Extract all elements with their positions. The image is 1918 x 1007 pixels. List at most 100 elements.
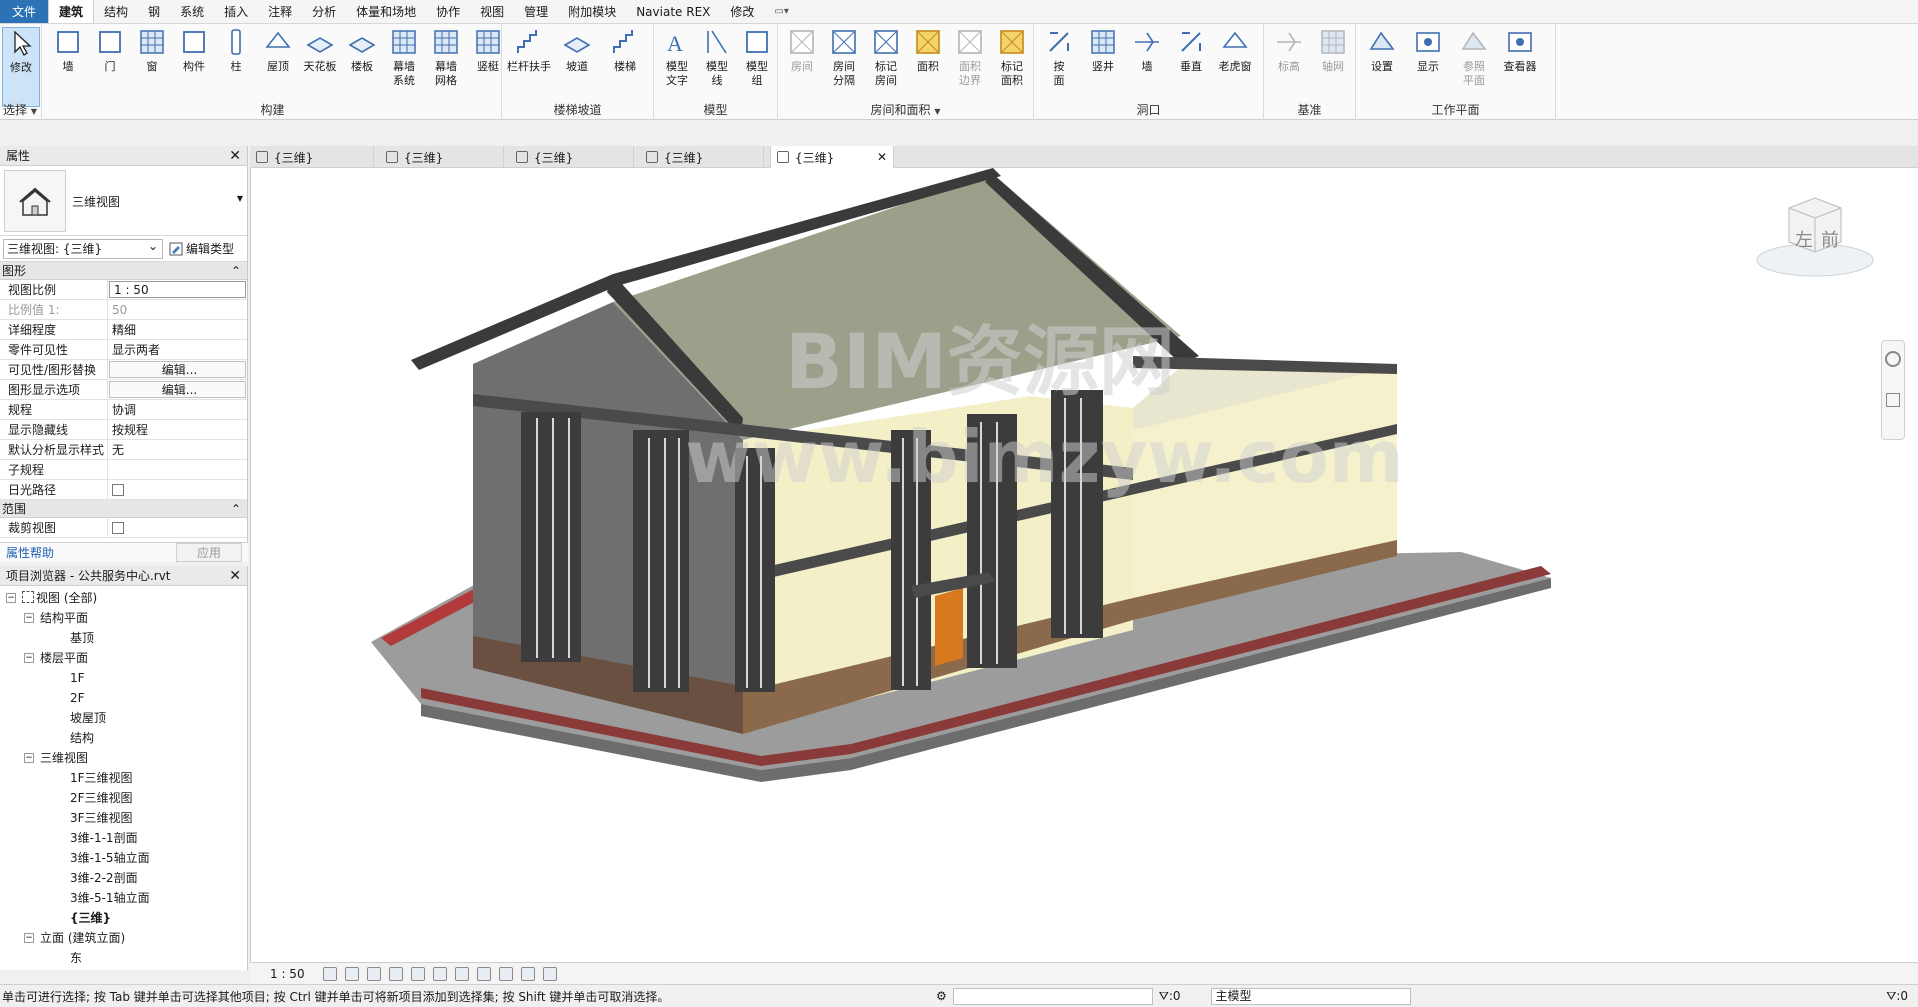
property-value[interactable]: 按规程 <box>108 420 247 439</box>
menu-tab[interactable]: 系统 <box>170 0 214 23</box>
browser-node[interactable]: − 立面 (建筑立面) <box>0 928 247 948</box>
browser-node[interactable]: − 楼层平面 <box>0 648 247 668</box>
menu-tab[interactable]: 注释 <box>258 0 302 23</box>
type-selector[interactable]: 三维视图 ▼ <box>0 166 247 236</box>
roof-button[interactable]: 屋顶 <box>258 27 298 107</box>
property-value[interactable]: 无 <box>108 440 247 459</box>
door-button[interactable]: 门 <box>90 27 130 107</box>
zoom-icon[interactable] <box>1886 393 1900 407</box>
viewcube[interactable]: 左 前 <box>1749 190 1879 286</box>
stair-button[interactable]: 楼梯 <box>602 27 648 107</box>
browser-node[interactable]: 2F三维视图 <box>0 788 247 808</box>
model-group-button[interactable]: 模型 组 <box>738 27 776 107</box>
property-value[interactable]: 1 : 50 <box>109 281 246 298</box>
menu-tab[interactable]: 协作 <box>426 0 470 23</box>
model-text-button[interactable]: A 模型 文字 <box>658 27 696 107</box>
workset-select[interactable] <box>952 987 1153 1005</box>
close-icon[interactable]: ✕ <box>229 568 241 584</box>
by-face-button[interactable]: 按 面 <box>1038 27 1080 107</box>
menu-tab[interactable]: 文件 <box>0 0 49 23</box>
property-value[interactable] <box>108 460 247 479</box>
browser-node[interactable]: − 视图 (全部) <box>0 588 247 608</box>
ramp-button[interactable]: 坡道 <box>554 27 600 107</box>
vertical-button[interactable]: 垂直 <box>1170 27 1212 107</box>
3d-viewport[interactable]: BIM资源网 www.bimzyw.com 左 前 <box>250 168 1918 962</box>
detail-level-icon[interactable] <box>322 966 337 981</box>
collapse-toggle-icon[interactable]: − <box>24 653 34 663</box>
ceiling-button[interactable]: 天花板 <box>300 27 340 107</box>
browser-node[interactable]: 北 <box>0 968 247 970</box>
property-value[interactable]: 协调 <box>108 400 247 419</box>
viewcube-left-face[interactable]: 左 <box>1795 226 1813 252</box>
viewer-button[interactable]: 查看器 <box>1498 27 1542 107</box>
room-separator-button[interactable]: 房间 分隔 <box>824 27 864 107</box>
browser-node[interactable]: 3维-1-1剖面 <box>0 828 247 848</box>
collapse-toggle-icon[interactable]: − <box>6 593 16 603</box>
browser-node[interactable]: 3维-1-5轴立面 <box>0 848 247 868</box>
document-tab[interactable]: {三维} <box>380 146 504 168</box>
browser-node[interactable]: 3F三维视图 <box>0 808 247 828</box>
browser-node[interactable]: − 三维视图 <box>0 748 247 768</box>
browser-node[interactable]: 基顶 <box>0 628 247 648</box>
curtain-system-button[interactable]: 幕墙 系统 <box>384 27 424 107</box>
chevron-down-icon[interactable]: ▼ <box>237 194 243 203</box>
show-crop-icon[interactable] <box>454 966 469 981</box>
menu-tab[interactable]: 管理 <box>514 0 558 23</box>
property-group-header[interactable]: 范围 ⌃ <box>0 500 247 518</box>
quick-access-dropdown-icon[interactable]: ▭▾ <box>764 0 798 23</box>
close-icon[interactable]: ✕ <box>877 150 887 164</box>
filter-icon[interactable]: ⛛:0 <box>1886 989 1908 1004</box>
property-value[interactable]: 精细 <box>108 320 247 339</box>
wall-opening-button[interactable]: 墙 <box>1126 27 1168 107</box>
browser-node[interactable]: 3维-2-2剖面 <box>0 868 247 888</box>
property-group-header[interactable]: 图形 ⌃ <box>0 262 247 280</box>
shadows-icon[interactable] <box>388 966 403 981</box>
worksets-icon[interactable]: ⚙ <box>936 989 947 1003</box>
browser-node[interactable]: 东 <box>0 948 247 968</box>
property-checkbox-cell[interactable] <box>108 518 247 537</box>
temp-hide-icon[interactable] <box>498 966 513 981</box>
property-edit-button[interactable]: 编辑... <box>109 381 246 398</box>
collapse-toggle-icon[interactable]: − <box>24 933 34 943</box>
show-button[interactable]: 显示 <box>1406 27 1450 107</box>
edit-type-button[interactable]: 编辑类型 <box>169 240 234 257</box>
menu-tab[interactable]: Naviate REX <box>626 0 720 23</box>
collapse-toggle-icon[interactable]: − <box>24 753 34 763</box>
menu-tab[interactable]: 附加模块 <box>558 0 626 23</box>
filter-count-icon[interactable]: ⛛ <box>1159 989 1169 1004</box>
browser-node[interactable]: 1F三维视图 <box>0 768 247 788</box>
menu-tab[interactable]: 分析 <box>302 0 346 23</box>
menu-tab[interactable]: 视图 <box>470 0 514 23</box>
browser-node[interactable]: − 结构平面 <box>0 608 247 628</box>
checkbox[interactable] <box>112 522 124 534</box>
shaft-button[interactable]: 竖井 <box>1082 27 1124 107</box>
property-checkbox-cell[interactable] <box>108 480 247 499</box>
viewcube-front-face[interactable]: 前 <box>1821 226 1839 252</box>
area-button[interactable]: 面积 <box>908 27 948 107</box>
browser-node[interactable]: 结构 <box>0 728 247 748</box>
design-option-select[interactable]: 主模型 <box>1210 987 1411 1005</box>
tag-room-button[interactable]: 标记 房间 <box>866 27 906 107</box>
steering-wheel-icon[interactable] <box>1885 351 1901 367</box>
lock-view-icon[interactable] <box>476 966 491 981</box>
column-button[interactable]: 柱 <box>216 27 256 107</box>
browser-node[interactable]: 坡屋顶 <box>0 708 247 728</box>
document-tab[interactable]: {三维} ✕ <box>770 146 894 168</box>
window-button[interactable]: 窗 <box>132 27 172 107</box>
document-tab[interactable]: {三维} <box>250 146 374 168</box>
menu-tab[interactable]: 修改 <box>720 0 764 23</box>
view-scale[interactable]: 1 : 50 <box>270 967 305 981</box>
document-tab[interactable]: {三维} <box>640 146 764 168</box>
close-icon[interactable]: ✕ <box>229 148 241 164</box>
visual-style-icon[interactable] <box>344 966 359 981</box>
browser-node[interactable]: 3维-5-1轴立面 <box>0 888 247 908</box>
menu-tab[interactable]: 钢 <box>138 0 170 23</box>
dormer-button[interactable]: 老虎窗 <box>1214 27 1256 107</box>
sun-path-icon[interactable] <box>366 966 381 981</box>
room-button[interactable]: 房间 <box>782 27 822 107</box>
reveal-hidden-icon[interactable] <box>520 966 535 981</box>
property-edit-button[interactable]: 编辑... <box>109 361 246 378</box>
checkbox[interactable] <box>112 484 124 496</box>
browser-node[interactable]: 2F <box>0 688 247 708</box>
menu-tab[interactable]: 建筑 <box>48 0 95 23</box>
